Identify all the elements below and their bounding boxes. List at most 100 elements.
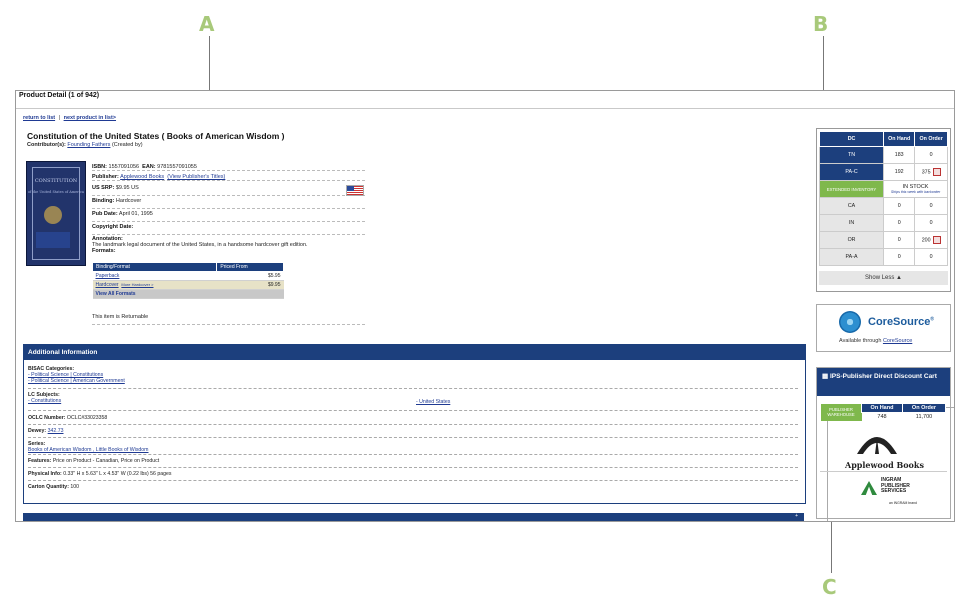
calendar-icon[interactable] — [932, 236, 941, 244]
returnable-row: This item is Returnable — [92, 314, 365, 325]
binding-value: Hardcover — [115, 198, 142, 204]
ingram-symbol-icon — [861, 481, 877, 495]
dewey-link[interactable]: 342.73 — [48, 428, 64, 434]
formats-header-price: Priced From — [216, 262, 284, 272]
ips-header-onorder: On Order — [902, 403, 946, 413]
coresource-brand-text: CoreSource — [868, 316, 931, 328]
features-row: Features: Price on Product - Canadian, P… — [28, 458, 798, 468]
applewood-logo-icon — [857, 437, 897, 454]
lc-link[interactable]: - Constitutions — [28, 398, 61, 404]
oclc-row: OCLC Number: OCLC#33023358 — [28, 415, 798, 425]
srp-row: US SRP: $9.95 US — [92, 185, 365, 196]
onhand-cell: 0 — [883, 214, 916, 232]
more-hardcover-link[interactable]: More Hardcover > — [121, 282, 153, 287]
table-row: View All Formats — [92, 289, 284, 299]
format-link[interactable]: Hardcover — [96, 282, 119, 288]
series-row: Series: Books of American Wisdom , Littl… — [28, 441, 798, 455]
expand-icon[interactable]: + — [795, 513, 798, 519]
returnable-text: This item is Returnable — [92, 314, 149, 320]
callout-b: B — [813, 12, 829, 36]
product-detail-window: Product Detail (1 of 942) return to list… — [15, 90, 955, 522]
dc-cell: OR — [818, 231, 885, 249]
srp-label: US SRP: — [92, 185, 115, 191]
collapsed-section-bar[interactable]: + — [23, 513, 804, 521]
formats-table: Binding/Format Priced From Paperback $5.… — [91, 262, 284, 299]
nav-separator: | — [58, 115, 61, 121]
ingram-logo-text: INGRAM PUBLISHER SERVICES — [881, 477, 910, 495]
onorder-cell: 0 — [914, 214, 948, 232]
breadcrumb: return to list | next product in list> — [23, 115, 116, 121]
table-row: PA-C 192 375 — [818, 163, 948, 181]
ingram-line3: SERVICES — [881, 488, 907, 494]
format-link[interactable]: Paperback — [96, 273, 120, 279]
us-flag-icon — [346, 185, 364, 196]
table-row: TN 183 0 — [818, 146, 948, 164]
onhand-cell: 0 — [883, 231, 916, 249]
carton-value: 100 — [70, 484, 80, 490]
divider — [16, 108, 954, 109]
product-title-text: Constitution of the United States ( Book… — [27, 131, 285, 141]
ips-cart-header[interactable]: ▦ IPS-Publisher Direct Discount Cart — [817, 368, 950, 396]
cart-icon: ▦ — [822, 373, 829, 380]
formats-label: Formats: — [92, 248, 116, 254]
coresource-logo-icon — [839, 311, 861, 333]
ips-onorder-value: 11,700 — [915, 414, 933, 420]
dewey-label: Dewey: — [28, 428, 47, 434]
divider — [820, 471, 947, 472]
pubdate-label: Pub Date: — [92, 211, 118, 217]
dewey-row: Dewey: 342.73 — [28, 428, 798, 438]
show-less-button[interactable]: Show Less ▲ — [819, 271, 948, 285]
table-row: Hardcover More Hardcover > $9.95 — [92, 280, 284, 290]
publisher-label: Publisher: — [92, 174, 119, 180]
cover-flag — [36, 232, 70, 248]
cover-subtitle: of the United States of America — [27, 190, 85, 194]
table-row: OR 0 200 — [818, 231, 948, 249]
contributors-label: Contributor(s): — [27, 142, 66, 148]
onorder-cell: 200 — [914, 231, 948, 249]
features-label: Features: — [28, 458, 52, 464]
publisher-titles-link[interactable]: (View Publisher's Titles) — [167, 174, 225, 180]
window-title: Product Detail (1 of 942) — [19, 92, 100, 99]
dc-cell: PA-A — [818, 248, 885, 266]
copyright-row: Copyright Date: — [92, 224, 365, 235]
onhand-cell: 0 — [883, 248, 916, 266]
view-all-formats-link[interactable]: View All Formats — [96, 291, 136, 297]
publisher-warehouse-label: PUBLISHER WAREHOUSE — [821, 403, 862, 421]
publisher-row: Publisher: Applewood Books (View Publish… — [92, 174, 365, 181]
dc-cell: TN — [818, 146, 885, 164]
inv-header-onhand: On Hand — [883, 131, 916, 147]
return-to-list-link[interactable]: return to list — [23, 115, 55, 121]
annotation-text: The landmark legal document of the Unite… — [92, 242, 308, 248]
series-link[interactable]: Books of American Wisdom , Little Books … — [28, 447, 149, 453]
coresource-availability: Available through CoreSource — [839, 338, 912, 344]
physical-value: 0.33" H x 5.63" L x 4.53" W (0.22 lbs) 5… — [63, 471, 172, 477]
dc-cell: PA-C — [818, 163, 885, 181]
book-cover-image[interactable]: CONSTITUTION of the United States of Ame… — [26, 161, 86, 266]
ips-cart-table: PUBLISHER WAREHOUSE On Hand On Order 748… — [821, 403, 946, 421]
bisac-link[interactable]: - Political Science | American Governmen… — [28, 378, 125, 384]
binding-row: Binding: Hardcover — [92, 198, 365, 209]
formats-header-binding: Binding/Format — [91, 262, 218, 272]
contributor-link[interactable]: Founding Fathers — [67, 142, 110, 148]
coresource-link[interactable]: CoreSource — [883, 338, 912, 344]
next-product-link[interactable]: next product in list> — [64, 115, 116, 121]
onhand-cell: 0 — [883, 197, 916, 215]
format-price: $9.95 — [216, 280, 284, 290]
lc-row: LC Subjects: - Constitutions - United St… — [28, 392, 798, 411]
copyright-label: Copyright Date: — [92, 224, 134, 230]
inv-header-dc: DC — [818, 131, 885, 147]
isbn-row: ISBN: 1557091056 EAN: 9781557091055 — [92, 164, 365, 171]
extended-inventory-label: EXTENDED INVENTORY — [818, 180, 885, 198]
ean-label: EAN: — [142, 164, 156, 170]
physical-label: Physical Info: — [28, 471, 62, 477]
annotation-row: Annotation: The landmark legal document … — [92, 236, 365, 254]
contributor-role: (Created by) — [111, 142, 143, 148]
ingram-tagline: an INGRAM brand — [889, 501, 917, 505]
onhand-cell: 183 — [883, 146, 916, 164]
calendar-icon[interactable] — [932, 168, 941, 176]
publisher-link[interactable]: Applewood Books — [120, 174, 164, 180]
pubdate-value: April 01, 1995 — [118, 211, 153, 217]
lc-link[interactable]: - United States — [416, 399, 450, 405]
dc-cell: IN — [818, 214, 885, 232]
cover-seal — [44, 206, 62, 224]
